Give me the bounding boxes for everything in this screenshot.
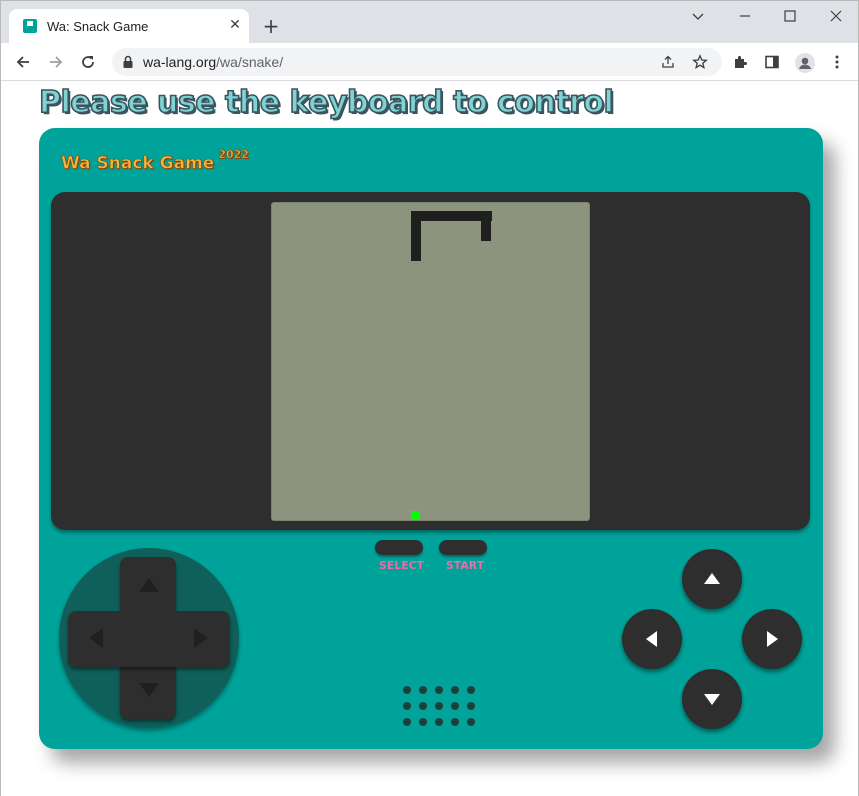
right-arrow-icon	[767, 631, 778, 647]
speaker-hole	[419, 686, 427, 694]
game-screen[interactable]	[271, 202, 590, 521]
brand-year: 2022	[218, 148, 249, 162]
page-content: Please use the keyboard to control Wa Sn…	[1, 82, 858, 796]
url-path: /wa/snake/	[216, 54, 284, 70]
down-arrow-icon	[704, 694, 720, 705]
forward-arrow-icon[interactable]	[43, 49, 69, 75]
dpad-right-icon[interactable]	[194, 628, 208, 648]
back-arrow-icon[interactable]	[10, 49, 36, 75]
speaker-hole	[419, 702, 427, 710]
start-label: START	[446, 560, 485, 572]
url-host: wa-lang.org	[143, 54, 217, 70]
select-button[interactable]	[375, 540, 423, 555]
minimize-icon[interactable]	[730, 5, 760, 27]
speaker-hole	[403, 702, 411, 710]
console-brand: Wa Snack Game 2022	[61, 148, 250, 174]
speaker-hole	[467, 718, 475, 726]
tab-title: Wa: Snack Game	[47, 19, 149, 34]
kebab-menu-icon[interactable]	[829, 54, 845, 70]
page-headline: Please use the keyboard to control	[38, 84, 614, 121]
select-label: SELECT	[379, 560, 425, 572]
speaker-hole	[435, 718, 443, 726]
speaker-hole	[451, 702, 459, 710]
speaker-hole	[435, 702, 443, 710]
down-button[interactable]	[682, 669, 742, 729]
speaker-hole	[467, 686, 475, 694]
speaker-hole	[451, 718, 459, 726]
brand-title: Wa Snack Game	[61, 153, 215, 174]
dpad	[59, 548, 239, 728]
maximize-icon[interactable]	[775, 5, 805, 27]
tab-strip: Wa: Snack Game ✕ +	[1, 1, 858, 43]
snake-food	[411, 511, 420, 520]
snake-segment	[411, 211, 492, 221]
speaker-hole	[467, 702, 475, 710]
snake-segment	[481, 211, 491, 241]
close-icon[interactable]: ✕	[227, 17, 243, 33]
app-favicon-icon	[23, 19, 37, 33]
right-button[interactable]	[742, 609, 802, 669]
speaker-hole	[403, 718, 411, 726]
speaker-hole	[435, 686, 443, 694]
left-arrow-icon	[646, 631, 657, 647]
screen-bezel	[51, 192, 810, 530]
extensions-icon[interactable]	[732, 54, 748, 70]
dpad-down-icon[interactable]	[139, 683, 159, 697]
close-window-icon[interactable]	[821, 5, 851, 27]
chevron-down-icon[interactable]	[683, 5, 713, 27]
active-tab[interactable]: Wa: Snack Game ✕	[9, 9, 249, 43]
speaker-hole	[403, 686, 411, 694]
dpad-left-icon[interactable]	[89, 628, 103, 648]
dpad-up-icon[interactable]	[139, 578, 159, 592]
reload-icon[interactable]	[75, 49, 101, 75]
address-bar[interactable]: wa-lang.org/wa/snake/	[112, 48, 722, 76]
up-arrow-icon	[704, 573, 720, 584]
profile-icon[interactable]	[794, 52, 816, 74]
start-button[interactable]	[439, 540, 487, 555]
game-console: Wa Snack Game 2022 SELECT START	[39, 128, 823, 749]
up-button[interactable]	[682, 549, 742, 609]
speaker-hole	[419, 718, 427, 726]
browser-toolbar: wa-lang.org/wa/snake/	[1, 43, 858, 81]
url-text[interactable]: wa-lang.org/wa/snake/	[143, 54, 283, 70]
plus-icon[interactable]: +	[259, 14, 283, 38]
lock-icon[interactable]	[122, 54, 134, 73]
star-icon[interactable]	[692, 54, 708, 70]
sidepanel-icon[interactable]	[764, 54, 780, 70]
left-button[interactable]	[622, 609, 682, 669]
share-icon[interactable]	[660, 54, 676, 70]
browser-window: Wa: Snack Game ✕ + wa-lang.org/wa/snake/…	[0, 0, 859, 796]
speaker-hole	[451, 686, 459, 694]
snake-segment	[411, 211, 421, 261]
